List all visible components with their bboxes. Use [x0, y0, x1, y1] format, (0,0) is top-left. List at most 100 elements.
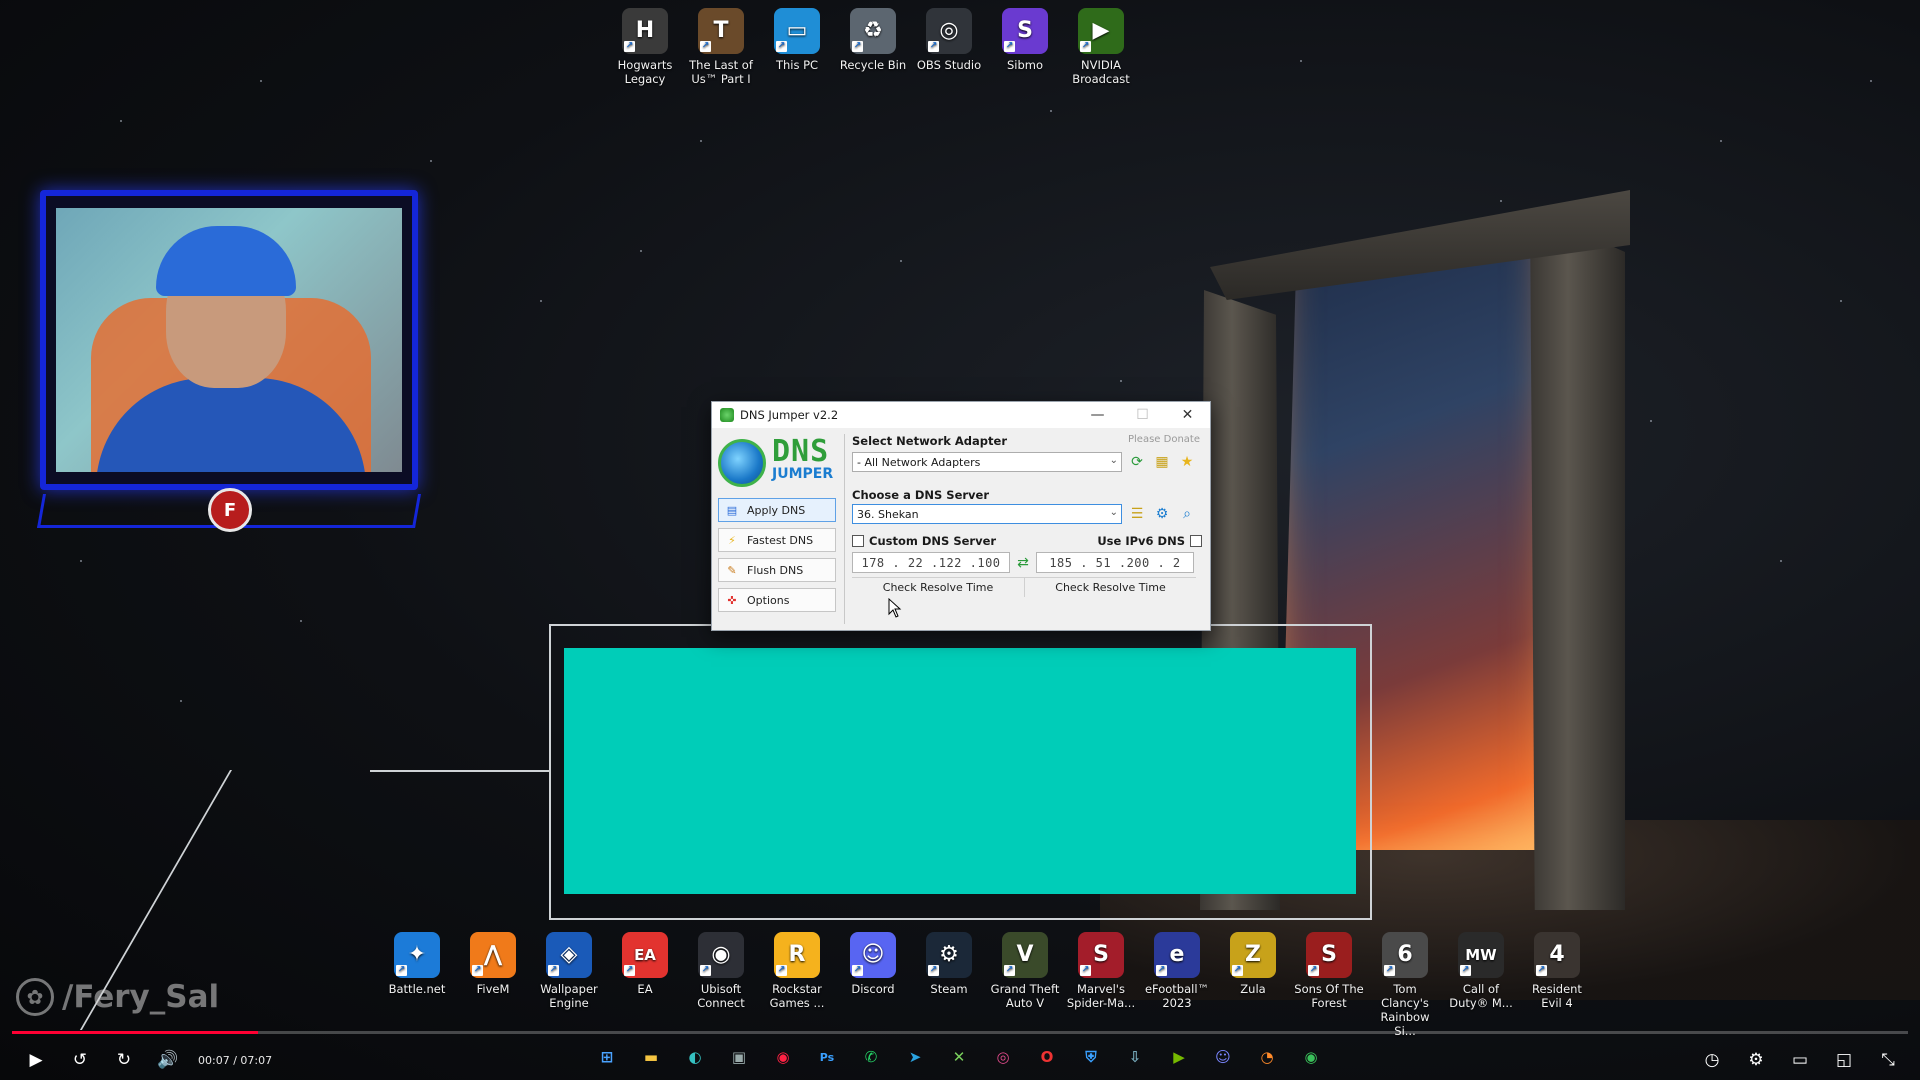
play-icon[interactable]: ▶	[14, 1042, 58, 1078]
desktop-icon[interactable]: 6 ↗ Tom Clancy's Rainbow Si...	[1368, 932, 1442, 1038]
star-icon[interactable]: ★	[1177, 452, 1197, 472]
chevron-down-icon: ⌄	[1109, 455, 1118, 466]
streamer-logo-icon: F	[208, 488, 252, 532]
desktop-icon[interactable]: R ↗ Rockstar Games ...	[760, 932, 834, 1010]
photoshop-icon[interactable]: Ps	[810, 1042, 844, 1072]
desktop-icon[interactable]: S ↗ Sons Of The Forest	[1292, 932, 1366, 1010]
opera-icon[interactable]: O	[1030, 1042, 1064, 1072]
window-titlebar[interactable]: DNS Jumper v2.2 — ☐ ✕	[712, 402, 1210, 428]
desktop-icon[interactable]: 4 ↗ Resident Evil 4	[1520, 932, 1594, 1010]
mouse-cursor-icon	[888, 598, 902, 618]
shortcut-arrow-icon: ↗	[700, 41, 711, 52]
ipv6-checkbox[interactable]	[1190, 535, 1202, 547]
telegram-icon[interactable]: ➤	[898, 1042, 932, 1072]
desktop-icon-label: EA	[637, 982, 653, 996]
shortcut-arrow-icon: ↗	[776, 41, 787, 52]
instagram-icon[interactable]: ◎	[986, 1042, 1020, 1072]
side-menu-options-button[interactable]: ✜ Options	[718, 588, 836, 612]
dns-jumper-logo: DNS JUMPER	[718, 434, 836, 492]
desktop-icon[interactable]: ♻ ↗ Recycle Bin	[836, 8, 910, 72]
desktop-icon[interactable]: T ↗ The Last of Us™ Part I	[684, 8, 758, 86]
tlou-icon: T ↗	[698, 8, 744, 54]
cod-icon: MW ↗	[1458, 932, 1504, 978]
desktop-icon[interactable]: ◈ ↗ Wallpaper Engine	[532, 932, 606, 1010]
check-resolve-time-button-secondary[interactable]: Check Resolve Time	[1024, 577, 1196, 597]
side-menu-label: Flush DNS	[747, 563, 804, 577]
close-icon[interactable]: ✕	[1165, 402, 1210, 428]
search-icon[interactable]: ⌕	[1177, 504, 1197, 524]
secondary-dns-field[interactable]: 185 . 51 .200 . 2	[1036, 552, 1194, 573]
recycle-bin-icon: ♻ ↗	[850, 8, 896, 54]
chrome-taskbar-icon[interactable]: ◉	[1294, 1042, 1328, 1072]
start-windows-icon[interactable]: ⊞	[590, 1042, 624, 1072]
dns-server-select[interactable]: 36. Shekan ⌄	[852, 504, 1122, 524]
network-icon[interactable]: ▦	[1152, 452, 1172, 472]
fivem-icon: ⋀ ↗	[470, 932, 516, 978]
desktop-icon[interactable]: ▶ ↗ NVIDIA Broadcast	[1064, 8, 1138, 86]
custom-dns-checkbox[interactable]	[852, 535, 864, 547]
desktop-icon[interactable]: e ↗ eFootball™ 2023	[1140, 932, 1214, 1010]
desktop-icon[interactable]: S ↗ Marvel's Spider-Ma...	[1064, 932, 1138, 1010]
desktop-icon[interactable]: ⋀ ↗ FiveM	[456, 932, 530, 996]
right-pillar	[1530, 210, 1625, 910]
side-menu-fastest-dns-button[interactable]: ⚡ Fastest DNS	[718, 528, 836, 552]
desktop-icon[interactable]: ☺ ↗ Discord	[836, 932, 910, 996]
speed-icon[interactable]: ◷	[1690, 1042, 1734, 1078]
rewind-icon[interactable]: ↺	[58, 1042, 102, 1078]
desktop-icon[interactable]: S ↗ Sibmo	[988, 8, 1062, 72]
desktop-icon[interactable]: Z ↗ Zula	[1216, 932, 1290, 996]
forward-icon[interactable]: ↻	[102, 1042, 146, 1078]
side-menu-label: Apply DNS	[747, 503, 806, 517]
desktop-icon[interactable]: EA ↗ EA	[608, 932, 682, 996]
edge-browser-icon[interactable]: ◐	[678, 1042, 712, 1072]
desktop-icon[interactable]: ◉ ↗ Ubisoft Connect	[684, 932, 758, 1010]
volume-icon[interactable]: 🔊	[146, 1042, 190, 1078]
shortcut-arrow-icon: ↗	[1004, 965, 1015, 976]
steam-icon: ⚙ ↗	[926, 932, 972, 978]
whatsapp-icon[interactable]: ✆	[854, 1042, 888, 1072]
refresh-adapter-icon[interactable]: ⟳	[1127, 452, 1147, 472]
desktop-icon[interactable]: H ↗ Hogwarts Legacy	[608, 8, 682, 86]
desktop-icon-label: Recycle Bin	[839, 58, 907, 72]
video-progress-bar[interactable]	[12, 1031, 1908, 1034]
donate-link[interactable]: Please Donate	[1128, 434, 1200, 445]
nvidia-taskbar-icon[interactable]: ▶	[1162, 1042, 1196, 1072]
fullscreen-exit-icon[interactable]: ⤡	[1866, 1042, 1910, 1078]
rockstar-icon: R ↗	[774, 932, 820, 978]
list-icon[interactable]: ☰	[1127, 504, 1147, 524]
download-icon[interactable]: ⇩	[1118, 1042, 1152, 1072]
store-icon[interactable]: ▣	[722, 1042, 756, 1072]
gear-icon[interactable]: ⚙	[1152, 504, 1172, 524]
desktop-icon[interactable]: ◎ ↗ OBS Studio	[912, 8, 986, 72]
settings-gear-icon[interactable]: ⚙	[1734, 1042, 1778, 1078]
desktop-icon[interactable]: ✦ ↗ Battle.net	[380, 932, 454, 996]
shield-icon[interactable]: ⛨	[1074, 1042, 1108, 1072]
theater-mode-icon[interactable]: ▭	[1778, 1042, 1822, 1078]
discord-taskbar-icon[interactable]: ☺	[1206, 1042, 1240, 1072]
desktop-icon-label: OBS Studio	[916, 58, 982, 72]
side-menu-flush-dns-button[interactable]: ✎ Flush DNS	[718, 558, 836, 582]
desktop-icon[interactable]: V ↗ Grand Theft Auto V	[988, 932, 1062, 1010]
xbox-icon[interactable]: ✕	[942, 1042, 976, 1072]
left-panel: DNS JUMPER ▤ Apply DNS ⚡ Fastest DNS ✎ Flush …	[718, 434, 836, 624]
streamer-cap	[156, 226, 296, 296]
miniplayer-icon[interactable]: ◱	[1822, 1042, 1866, 1078]
desktop-icon[interactable]: MW ↗ Call of Duty® M...	[1444, 932, 1518, 1010]
desktop-icon[interactable]: ⚙ ↗ Steam	[912, 932, 986, 996]
desktop-icon-label: Call of Duty® M...	[1449, 982, 1513, 1010]
adapter-label: Select Network Adapter	[852, 434, 1008, 448]
swap-icon[interactable]: ⇄	[1012, 553, 1034, 573]
firefox-icon[interactable]: ◔	[1250, 1042, 1284, 1072]
desktop-icon-label: eFootball™ 2023	[1144, 982, 1210, 1010]
primary-dns-field[interactable]: 178 . 22 .122 .100	[852, 552, 1010, 573]
wallpaper-engine-icon: ◈ ↗	[546, 932, 592, 978]
check-resolve-time-button-primary[interactable]: Check Resolve Time	[852, 577, 1024, 597]
adapter-select[interactable]: - All Network Adapters ⌄	[852, 452, 1122, 472]
desktop-icon[interactable]: ▭ ↗ This PC	[760, 8, 834, 72]
file-explorer-icon[interactable]: ▬	[634, 1042, 668, 1072]
maximize-icon[interactable]: ☐	[1120, 402, 1165, 428]
chrome-icon[interactable]: ◉	[766, 1042, 800, 1072]
side-menu-apply-dns-button[interactable]: ▤ Apply DNS	[718, 498, 836, 522]
shortcut-arrow-icon: ↗	[548, 965, 559, 976]
minimize-icon[interactable]: —	[1075, 402, 1120, 428]
